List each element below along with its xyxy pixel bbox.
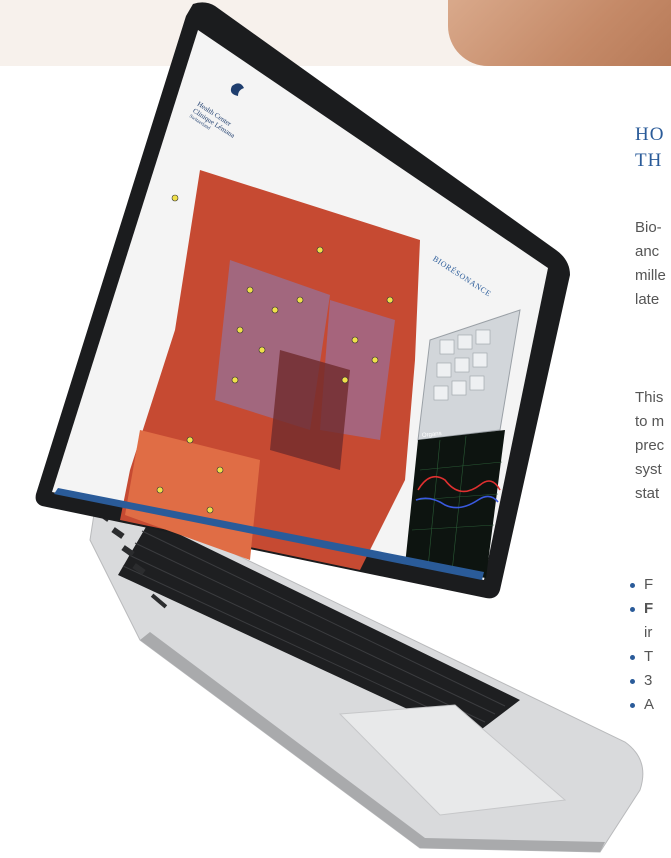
list-item: 3: [628, 669, 654, 693]
list-item-continuation: ir: [644, 624, 653, 641]
paragraph-1-line: anc: [635, 243, 660, 260]
paragraph-2-line: to m: [635, 413, 665, 430]
list-item: A: [628, 693, 654, 717]
paragraph-1-line: mille: [635, 267, 666, 284]
list-item: F: [628, 573, 654, 597]
paragraph-2-line: This: [635, 389, 664, 406]
paragraph-2: This to m prec syst stat: [635, 386, 664, 506]
heading-line-1: HO: [635, 124, 665, 145]
laptop-illustration: [35, 2, 644, 853]
paragraph-1: Bio- anc mille late: [635, 216, 666, 312]
paragraph-1-line: Bio-: [635, 219, 662, 236]
paragraph-2-line: prec: [635, 437, 665, 454]
heading-line-2: TH: [635, 150, 663, 171]
paragraph-2-line: syst: [635, 461, 662, 478]
feature-list: F F ir T 3 A: [628, 573, 654, 717]
list-item: F: [628, 597, 654, 621]
list-item: T: [628, 645, 654, 669]
paragraph-1-line: late: [635, 291, 660, 308]
paragraph-2-line: stat: [635, 485, 660, 502]
section-heading: HO TH: [635, 122, 664, 174]
